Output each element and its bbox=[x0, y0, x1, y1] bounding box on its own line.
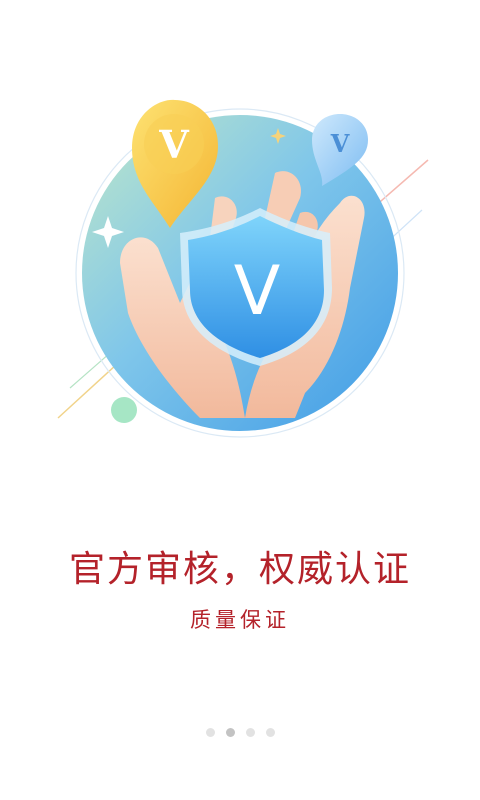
page-indicator-dot[interactable] bbox=[245, 728, 255, 737]
onboarding-illustration: V V V bbox=[50, 88, 430, 448]
decorative-bubble bbox=[111, 397, 137, 423]
page-indicator-dot[interactable] bbox=[225, 728, 235, 737]
page-indicator bbox=[0, 728, 480, 737]
illustration-svg: V V V bbox=[57, 99, 429, 438]
page-indicator-dot[interactable] bbox=[205, 728, 215, 737]
shield-letter: V bbox=[234, 252, 281, 331]
page-subtitle: 质量保证 bbox=[190, 608, 290, 632]
page-title: 官方审核，权威认证 bbox=[68, 549, 411, 590]
pin-letter: V bbox=[330, 129, 350, 158]
pin-letter: V bbox=[158, 122, 190, 167]
page-indicator-dot[interactable] bbox=[265, 728, 275, 737]
